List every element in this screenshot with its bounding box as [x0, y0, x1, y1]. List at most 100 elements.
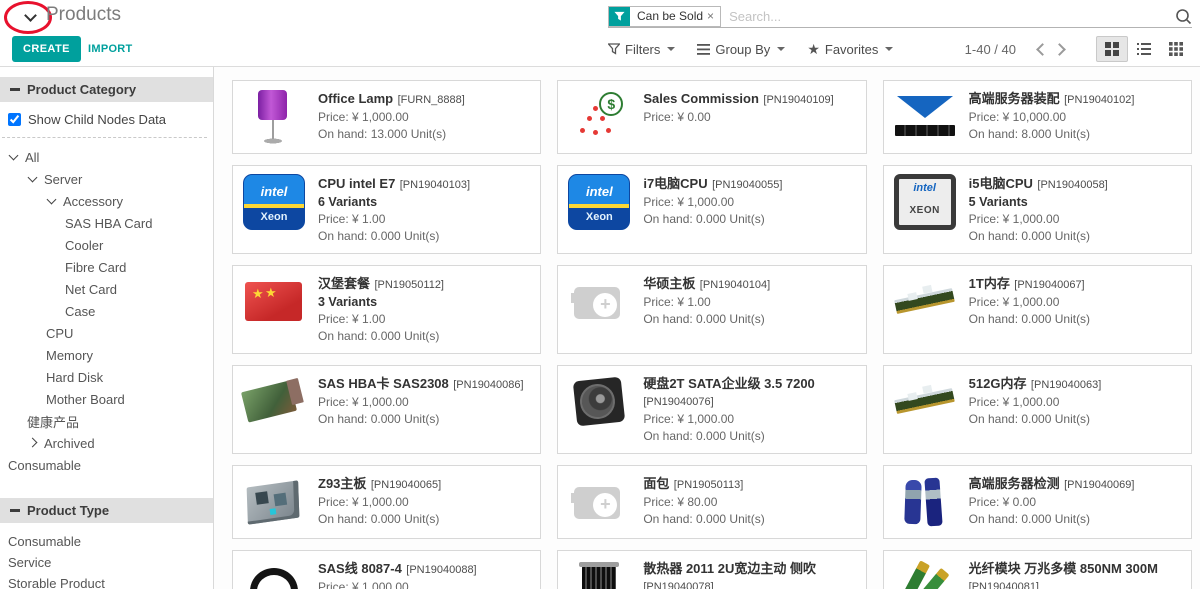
pager-next-button[interactable] [1050, 39, 1070, 59]
product-name: 光纤模块 万兆多模 850NM 300M [969, 561, 1158, 576]
product-card[interactable]: Z93主板 [PN19040065] Price: ¥ 1,000.00 On … [232, 465, 541, 539]
product-code: [PN19040069] [1064, 479, 1134, 491]
server-logo-image [894, 89, 956, 145]
product-name: Sales Commission [643, 91, 759, 106]
product-card[interactable]: 1T内存 [PN19040067] Price: ¥ 1,000.00 On h… [883, 265, 1192, 354]
product-card[interactable]: 汉堡套餐 [PN19050112] 3 Variants Price: ¥ 1.… [232, 265, 541, 354]
product-card[interactable]: Office Lamp [FURN_8888] Price: ¥ 1,000.0… [232, 80, 541, 154]
category-tree-item[interactable]: Consumable [0, 454, 213, 476]
pager-range: 1-40 / 40 [965, 42, 1016, 57]
product-price: Price: ¥ 1,000.00 [969, 211, 1108, 228]
pcb-card-image [243, 374, 305, 430]
product-card[interactable]: Sales Commission [PN19040109] Price: ¥ 0… [557, 80, 866, 154]
category-tree-item[interactable]: Mother Board [0, 388, 213, 410]
category-tree-item[interactable]: Server [0, 168, 213, 190]
product-card[interactable]: SAS HBA卡 SAS2308 [PN19040086] Price: ¥ 1… [232, 365, 541, 454]
caret-down-icon [885, 47, 893, 51]
product-name: 华硕主板 [643, 276, 695, 291]
category-tree-item[interactable]: Memory [0, 344, 213, 366]
funnel-icon [608, 43, 620, 55]
category-label: 健康产品 [27, 412, 79, 431]
search-bar[interactable]: Can be Sold × Search... [608, 5, 1192, 28]
category-tree-item[interactable]: Net Card [0, 278, 213, 300]
product-type-item[interactable]: Storable Product [0, 573, 213, 589]
product-name: SAS线 8087-4 [318, 561, 402, 576]
product-price: Price: ¥ 1.00 [318, 211, 470, 228]
dashed-divider [2, 137, 207, 138]
product-card[interactable]: 面包 [PN19050113] Price: ¥ 80.00 On hand: … [557, 465, 866, 539]
product-price: Price: ¥ 1,000.00 [318, 109, 465, 126]
search-input[interactable]: Search... [729, 9, 1175, 24]
magnifier-icon[interactable] [1175, 8, 1192, 25]
commission-diagram-image [568, 89, 630, 145]
category-tree-item[interactable]: All [0, 146, 213, 168]
category-tree-item[interactable]: Hard Disk [0, 366, 213, 388]
product-type-section-header[interactable]: Product Type [0, 498, 213, 523]
favorites-dropdown[interactable]: ★ Favorites [807, 41, 893, 58]
product-card[interactable]: 华硕主板 [PN19040104] Price: ¥ 1.00 On hand:… [557, 265, 866, 354]
product-card[interactable]: i7电脑CPU [PN19040055] Price: ¥ 1,000.00 O… [557, 165, 866, 254]
product-price: Price: ¥ 1.00 [318, 311, 444, 328]
product-type-item[interactable]: Service [0, 552, 213, 573]
product-card[interactable]: 高端服务器装配 [PN19040102] Price: ¥ 10,000.00 … [883, 80, 1192, 154]
category-tree-item[interactable]: Cooler [0, 234, 213, 256]
show-child-nodes-row[interactable]: Show Child Nodes Data [0, 102, 213, 135]
grid-view-button[interactable] [1160, 36, 1192, 62]
import-button[interactable]: IMPORT [88, 43, 133, 55]
kanban-view-button[interactable] [1096, 36, 1128, 62]
show-child-nodes-checkbox[interactable] [8, 113, 21, 126]
category-label: Accessory [63, 194, 123, 209]
pager-previous-button[interactable] [1030, 39, 1050, 59]
product-name: 硬盘2T SATA企业级 3.5 7200 [643, 376, 814, 391]
product-onhand: On hand: 0.000 Unit(s) [643, 311, 770, 328]
facet-remove-icon[interactable]: × [707, 7, 720, 26]
product-card[interactable]: 光纤模块 万兆多模 850NM 300M [PN19040081] 2 Vari… [883, 550, 1192, 589]
product-card[interactable]: 硬盘2T SATA企业级 3.5 7200 [PN19040076] Price… [557, 365, 866, 454]
category-tree-item[interactable]: CPU [0, 322, 213, 344]
tree-chevron-icon[interactable] [27, 437, 41, 449]
category-tree-item[interactable]: SAS HBA Card [0, 212, 213, 234]
product-onhand: On hand: 13.000 Unit(s) [318, 126, 465, 143]
list-view-button[interactable] [1128, 36, 1160, 62]
category-tree-item[interactable]: Archived [0, 432, 213, 454]
filters-label: Filters [625, 42, 660, 57]
search-facet[interactable]: Can be Sold × [608, 6, 721, 27]
product-price: Price: ¥ 1,000.00 [643, 194, 782, 211]
category-label: Hard Disk [46, 370, 103, 385]
product-category-section-header[interactable]: Product Category [0, 77, 213, 102]
category-label: Mother Board [46, 392, 125, 407]
product-type-list: Consumable Service Storable Product [0, 523, 213, 589]
product-type-item[interactable]: Consumable [0, 531, 213, 552]
product-card[interactable]: CPU intel E7 [PN19040103] 6 Variants Pri… [232, 165, 541, 254]
product-name: 1T内存 [969, 276, 1010, 291]
product-onhand: On hand: 0.000 Unit(s) [643, 428, 855, 445]
camera-placeholder-image [568, 474, 630, 530]
product-onhand: On hand: 0.000 Unit(s) [643, 211, 782, 228]
tree-chevron-icon[interactable] [8, 151, 22, 163]
group-by-dropdown[interactable]: Group By [697, 42, 785, 57]
product-card[interactable]: 512G内存 [PN19040063] Price: ¥ 1,000.00 On… [883, 365, 1192, 454]
product-name: 汉堡套餐 [318, 276, 370, 291]
product-name: CPU intel E7 [318, 176, 395, 191]
category-tree-item[interactable]: Fibre Card [0, 256, 213, 278]
product-code: [PN19040103] [400, 179, 470, 191]
product-variants: 3 Variants [318, 294, 444, 311]
product-card[interactable]: 高端服务器检测 [PN19040069] Price: ¥ 0.00 On ha… [883, 465, 1192, 539]
category-tree-item[interactable]: Case [0, 300, 213, 322]
tree-chevron-icon[interactable] [46, 195, 60, 207]
product-card[interactable]: i5电脑CPU [PN19040058] 5 Variants Price: ¥… [883, 165, 1192, 254]
create-button[interactable]: CREATE [12, 36, 81, 62]
filters-dropdown[interactable]: Filters [608, 42, 675, 57]
chevron-down-icon[interactable] [24, 10, 38, 22]
intel-xeon-blue-image [568, 174, 630, 230]
product-price: Price: ¥ 1,000.00 [318, 494, 441, 511]
category-tree-item[interactable]: Accessory [0, 190, 213, 212]
product-card[interactable]: SAS线 8087-4 [PN19040088] Price: ¥ 1,000.… [232, 550, 541, 589]
category-tree-item[interactable]: 健康产品 [0, 410, 213, 432]
product-card[interactable]: 散热器 2011 2U宽边主动 侧吹 [PN19040078] Price: ¥… [557, 550, 866, 589]
product-code: [PN19040088] [406, 564, 476, 576]
product-code: [PN19040067] [1014, 279, 1084, 291]
tree-chevron-icon[interactable] [27, 173, 41, 185]
product-onhand: On hand: 0.000 Unit(s) [969, 411, 1102, 428]
product-code: [PN19040086] [453, 379, 523, 391]
